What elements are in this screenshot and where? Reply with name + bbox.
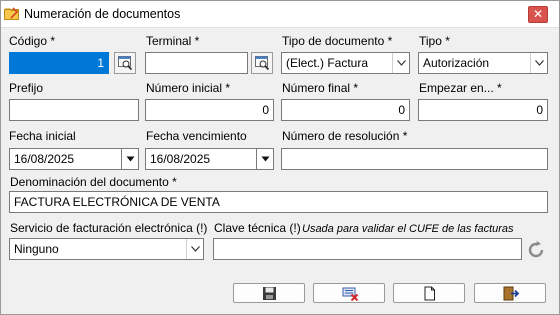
fecha-inicial-label: Fecha inicial [9, 129, 76, 143]
fecha-vencimiento-label: Fecha vencimiento [146, 129, 247, 143]
clave-tecnica-note: Usada para validar el CUFE de las factur… [302, 223, 514, 235]
chevron-down-icon[interactable] [530, 53, 547, 73]
numero-inicial-label: Número inicial * [146, 81, 231, 95]
codigo-lookup-button[interactable] [114, 52, 136, 74]
numero-inicial-field[interactable]: 0 [145, 99, 274, 121]
fecha-inicial-value: 16/08/2025 [14, 152, 75, 166]
servicio-label: Servicio de facturación electrónica (!) [10, 221, 208, 235]
exit-door-icon [503, 286, 519, 301]
chevron-down-icon[interactable] [392, 53, 409, 73]
window-title: Numeración de documentos [24, 7, 181, 21]
terminal-label: Terminal * [146, 34, 200, 48]
denominacion-label: Denominación del documento * [10, 175, 177, 189]
numero-final-label: Número final * [282, 81, 359, 95]
tipo-combo[interactable]: Autorización [418, 52, 548, 74]
refresh-icon[interactable] [526, 239, 546, 259]
save-button[interactable] [233, 283, 305, 303]
blank-page-icon [424, 286, 435, 301]
chevron-down-icon[interactable] [256, 149, 273, 169]
denominacion-field[interactable]: FACTURA ELECTRÓNICA DE VENTA [9, 191, 548, 213]
close-x-icon: ✕ [532, 7, 544, 21]
document-numbering-window: Numeración de documentos ✕ Código * 1 Te… [0, 0, 560, 315]
codigo-field[interactable]: 1 [9, 52, 109, 74]
chevron-down-icon[interactable] [186, 239, 203, 259]
new-button[interactable] [393, 283, 465, 303]
cancel-button[interactable] [313, 283, 385, 303]
exit-button[interactable] [474, 283, 546, 303]
numero-resolucion-field[interactable] [281, 148, 548, 170]
servicio-value: Ninguno [14, 242, 59, 256]
fecha-vencimiento-value: 16/08/2025 [150, 152, 211, 166]
fecha-inicial-picker[interactable]: 16/08/2025 [9, 148, 139, 170]
keyboard-delete-icon [342, 287, 359, 301]
codigo-label: Código * [9, 34, 56, 48]
floppy-disk-icon [263, 287, 276, 300]
app-folder-icon [4, 7, 19, 20]
terminal-lookup-button[interactable] [251, 52, 273, 74]
numero-resolucion-label: Número de resolución * [282, 129, 408, 143]
prefijo-field[interactable] [9, 99, 139, 121]
clave-tecnica-field[interactable] [213, 238, 522, 260]
tipo-documento-combo[interactable]: (Elect.) Factura [281, 52, 410, 74]
fecha-vencimiento-picker[interactable]: 16/08/2025 [145, 148, 274, 170]
tipo-label: Tipo * [419, 34, 450, 48]
empezar-en-field[interactable]: 0 [418, 99, 548, 121]
empezar-en-label: Empezar en... * [419, 81, 502, 95]
tipo-documento-label: Tipo de documento * [282, 34, 393, 48]
prefijo-label: Prefijo [9, 81, 44, 95]
clave-tecnica-label: Clave técnica (!) [214, 221, 301, 235]
terminal-field[interactable] [145, 52, 248, 74]
lookup-magnifier-icon [255, 56, 270, 71]
lookup-magnifier-icon [118, 56, 133, 71]
tipo-value: Autorización [423, 56, 490, 70]
servicio-combo[interactable]: Ninguno [9, 238, 204, 260]
close-button[interactable]: ✕ [528, 6, 548, 23]
tipo-documento-value: (Elect.) Factura [286, 56, 369, 70]
title-bar: Numeración de documentos ✕ [1, 1, 559, 28]
numero-final-field[interactable]: 0 [281, 99, 410, 121]
chevron-down-icon[interactable] [121, 149, 138, 169]
